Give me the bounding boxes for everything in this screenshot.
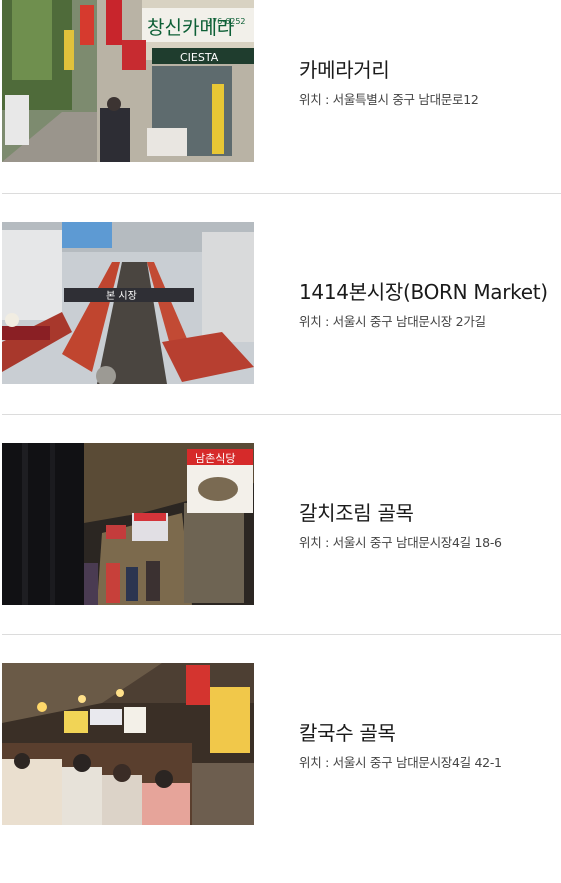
galchi-alley-image: 남촌식당 [2, 443, 254, 605]
place-location: 위치 : 서울특별시 중구 남대문로12 [299, 92, 479, 107]
born-market-image: 본 시장 [2, 222, 254, 384]
place-text-camera-street: 카메라거리 위치 : 서울특별시 중구 남대문로12 [299, 57, 561, 109]
kalguksu-alley-image [2, 663, 254, 825]
place-location: 위치 : 서울시 중구 남대문시장 2가길 [299, 314, 486, 329]
place-item-born-market[interactable]: 본 시장 1414본시장(BORN Market) 위치 : 서울시 중구 남대… [0, 222, 561, 442]
divider [2, 634, 561, 635]
place-text-kalguksu-alley: 칼국수 골목 위치 : 서울시 중구 남대문시장4길 42-1 [299, 720, 561, 772]
born-market-sign-text: 본 시장 [106, 290, 137, 302]
place-title[interactable]: 1414본시장(BORN Market) [299, 279, 561, 305]
camera-street-image: 창신카메라 776-6252 CIESTA [2, 0, 254, 162]
place-text-born-market: 1414본시장(BORN Market) 위치 : 서울시 중구 남대문시장 2… [299, 279, 561, 331]
place-title[interactable]: 갈치조림 골목 [299, 500, 561, 526]
divider [2, 414, 561, 415]
place-item-camera-street[interactable]: 창신카메라 776-6252 CIESTA 카메라거리 위치 : 서울특별시 중… [0, 0, 561, 220]
place-location: 위치 : 서울시 중구 남대문시장4길 42-1 [299, 755, 502, 770]
place-item-galchi-alley[interactable]: 남촌식당 갈치조림 골목 위치 : 서울시 중구 남대문시장4길 18-6 [0, 443, 561, 663]
camera-brand-sign-text: CIESTA [180, 51, 219, 64]
camera-street-photo[interactable]: 창신카메라 776-6252 CIESTA [2, 0, 254, 162]
kalguksu-alley-photo[interactable] [2, 663, 254, 825]
place-text-galchi-alley: 갈치조림 골목 위치 : 서울시 중구 남대문시장4길 18-6 [299, 500, 561, 552]
divider [2, 193, 561, 194]
place-title[interactable]: 칼국수 골목 [299, 720, 561, 746]
galchi-sign-text: 남촌식당 [195, 452, 235, 465]
galchi-alley-photo[interactable]: 남촌식당 [2, 443, 254, 605]
place-title[interactable]: 카메라거리 [299, 57, 561, 83]
place-item-kalguksu-alley[interactable]: 칼국수 골목 위치 : 서울시 중구 남대문시장4길 42-1 [0, 663, 561, 883]
place-location: 위치 : 서울시 중구 남대문시장4길 18-6 [299, 535, 502, 550]
born-market-photo[interactable]: 본 시장 [2, 222, 254, 384]
camera-shop-phone-text: 776-6252 [207, 17, 246, 26]
